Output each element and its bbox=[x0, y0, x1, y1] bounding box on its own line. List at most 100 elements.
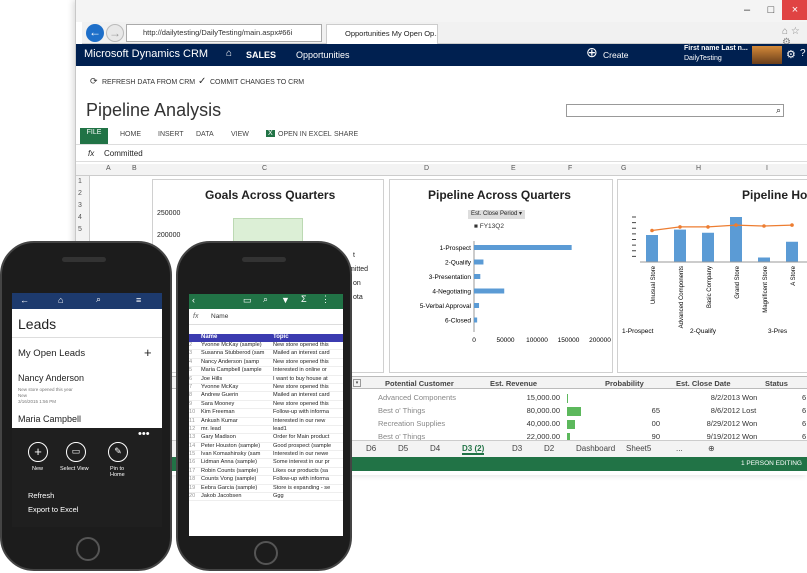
lead-name[interactable]: Nancy Anderson bbox=[18, 373, 84, 383]
row-header[interactable]: 2 bbox=[78, 190, 82, 197]
minimize-button[interactable]: – bbox=[734, 0, 760, 20]
home-icon[interactable]: ⌂ bbox=[58, 295, 63, 305]
cell-status[interactable]: Won bbox=[742, 419, 757, 428]
sheet-icon[interactable]: ▭ bbox=[243, 295, 252, 306]
close-button[interactable]: × bbox=[782, 0, 807, 20]
cell-customer[interactable]: Best o' Things bbox=[378, 406, 425, 415]
tab-view[interactable]: VIEW bbox=[231, 131, 249, 138]
cell-name[interactable]: Joe Hills bbox=[201, 376, 271, 382]
search-input[interactable]: ⌕ bbox=[566, 104, 784, 117]
bar-basic-company[interactable] bbox=[702, 232, 714, 262]
grid-row[interactable]: 10 Kim Freeman Follow-up with informa bbox=[189, 409, 343, 418]
back-icon[interactable]: ← bbox=[86, 24, 104, 42]
cell-name[interactable]: Counts Vong (sample) bbox=[201, 476, 271, 482]
cell-topic[interactable]: New store opened this bbox=[273, 342, 343, 348]
back-icon[interactable]: ‹ bbox=[192, 295, 195, 305]
cell-name[interactable]: Susanna Stubberod (sam bbox=[201, 350, 271, 356]
tab-file[interactable]: FILE bbox=[80, 128, 108, 144]
cell-name[interactable]: Yvonne McKay bbox=[201, 384, 271, 390]
add-sheet-icon[interactable]: ⊕ bbox=[708, 444, 715, 453]
cell-status[interactable]: Lost bbox=[742, 406, 756, 415]
pin-home-button[interactable]: Pin to Home bbox=[110, 466, 130, 478]
sheet-tab[interactable]: D2 bbox=[544, 444, 554, 453]
row-header[interactable]: 3 bbox=[78, 202, 82, 209]
tab-insert[interactable]: INSERT bbox=[158, 131, 184, 138]
bar-a-store[interactable] bbox=[786, 241, 798, 262]
cell-prob[interactable]: 65 bbox=[652, 406, 660, 415]
grid-row[interactable]: 20 Jakob Jacobsen Ggg bbox=[189, 493, 343, 502]
cell-topic[interactable]: Ggg bbox=[273, 493, 343, 499]
cell-topic[interactable]: Likes our products (sa bbox=[273, 468, 343, 474]
pin-icon[interactable]: ✎ bbox=[108, 442, 128, 462]
bar-2-qualify[interactable] bbox=[474, 259, 484, 265]
user-name[interactable]: First name Last n... bbox=[684, 45, 748, 52]
cell-topic[interactable]: Interested in online or bbox=[273, 367, 343, 373]
sheet-tab[interactable]: Dashboard bbox=[576, 444, 615, 453]
cell-name[interactable]: Peter Houston (sample) bbox=[201, 443, 271, 449]
help-icon[interactable]: ? bbox=[800, 48, 806, 59]
col-revenue[interactable]: Est. Revenue bbox=[490, 379, 537, 388]
col-probability[interactable]: Probability bbox=[605, 379, 644, 388]
grid-row[interactable]: 8 Andrew Guerin Mailed an interest card bbox=[189, 392, 343, 401]
cell-topic[interactable]: New store opened this bbox=[273, 384, 343, 390]
cell-topic[interactable]: I want to buy house at bbox=[273, 376, 343, 382]
export-menu-item[interactable]: Export to Excel bbox=[28, 505, 78, 514]
col-customer[interactable]: Potential Customer bbox=[385, 379, 454, 388]
cell-date[interactable]: 8/2/2013 bbox=[711, 393, 740, 402]
grid-row[interactable]: 7 Yvonne McKay New store opened this bbox=[189, 384, 343, 393]
tab-data[interactable]: DATA bbox=[196, 131, 214, 138]
bar-3-presentation[interactable] bbox=[474, 274, 481, 279]
new-icon[interactable]: + bbox=[28, 442, 48, 462]
cell-topic[interactable]: Follow-up with informa bbox=[273, 409, 343, 415]
cell-n[interactable]: 6 bbox=[802, 406, 806, 415]
col-header[interactable]: E bbox=[511, 165, 516, 172]
grid-row[interactable]: 3 Susanna Stubberod (sam Mailed an interes… bbox=[189, 350, 343, 359]
bar-4-negotiating[interactable] bbox=[474, 288, 505, 294]
cell-revenue[interactable]: 80,000.00 bbox=[527, 406, 560, 415]
cell-revenue[interactable]: 40,000.00 bbox=[527, 419, 560, 428]
create-button[interactable]: Create bbox=[603, 50, 629, 60]
cell-date[interactable]: 8/6/2012 bbox=[711, 406, 740, 415]
sheet-tab[interactable]: Sheet5 bbox=[626, 444, 651, 453]
cell-name[interactable]: Lidman Anna (sample) bbox=[201, 459, 271, 465]
home-button[interactable] bbox=[254, 541, 278, 565]
col-topic[interactable]: Topic bbox=[273, 334, 289, 340]
grid-row[interactable]: 4 Nancy Anderson (samp New store opened th… bbox=[189, 359, 343, 368]
col-header[interactable]: D bbox=[424, 165, 429, 172]
avatar[interactable] bbox=[752, 46, 782, 64]
cell-topic[interactable]: lead1 bbox=[273, 426, 343, 432]
create-icon[interactable]: ⊕ bbox=[586, 44, 598, 61]
open-in-excel-button[interactable]: OPEN IN EXCEL bbox=[278, 131, 332, 138]
col-header[interactable]: H bbox=[696, 165, 701, 172]
grid-row[interactable]: 18 Counts Vong (sample) Follow-up with inf… bbox=[189, 476, 343, 485]
cell-name[interactable]: Maria Campbell (sample bbox=[201, 367, 271, 373]
cell-name[interactable]: Jakob Jacobsen bbox=[201, 493, 271, 499]
more-icon[interactable]: ⋮ bbox=[321, 294, 330, 305]
refresh-button[interactable]: REFRESH DATA FROM CRM bbox=[102, 79, 195, 86]
tab-home[interactable]: HOME bbox=[120, 131, 141, 138]
grid-row[interactable]: 16 Lidman Anna (sample) Some interest in o… bbox=[189, 459, 343, 468]
pipeline-ho-chart[interactable]: Pipeline Ho Unusual Store Advanced Compon… bbox=[617, 179, 807, 373]
sheet-tab[interactable]: D6 bbox=[366, 444, 376, 453]
home-nav-icon[interactable]: ⌂ bbox=[226, 48, 232, 59]
cell-name[interactable]: mr. lead bbox=[201, 426, 271, 432]
sum-icon[interactable]: Σ bbox=[301, 294, 307, 304]
more-icon[interactable]: ••• bbox=[138, 428, 150, 440]
menu-icon[interactable]: ≡ bbox=[136, 295, 141, 305]
grid-row[interactable]: 15 Ivan Komashinsky (sam Interested in our… bbox=[189, 451, 343, 460]
cell-topic[interactable]: Follow-up with informa bbox=[273, 476, 343, 482]
search-icon[interactable]: ⌕ bbox=[776, 105, 781, 116]
cell-topic[interactable]: Mailed an interest card bbox=[273, 392, 343, 398]
cell-topic[interactable]: Good prospect (sample bbox=[273, 443, 343, 449]
editing-status[interactable]: 1 PERSON EDITING bbox=[741, 460, 802, 467]
cell-status[interactable]: Won bbox=[742, 393, 757, 402]
cell-name[interactable]: Sara Mooney bbox=[201, 401, 271, 407]
cell-name[interactable]: Kim Freeman bbox=[201, 409, 271, 415]
col-header[interactable]: F bbox=[568, 165, 572, 172]
sheet-tab[interactable]: D4 bbox=[430, 444, 440, 453]
forward-icon[interactable]: → bbox=[106, 24, 124, 42]
bar-1-prospect[interactable] bbox=[474, 245, 572, 250]
select-view-button[interactable]: Select View bbox=[60, 466, 89, 472]
cell-name[interactable]: Gary Madison bbox=[201, 434, 271, 440]
col-header[interactable]: C bbox=[262, 165, 267, 172]
